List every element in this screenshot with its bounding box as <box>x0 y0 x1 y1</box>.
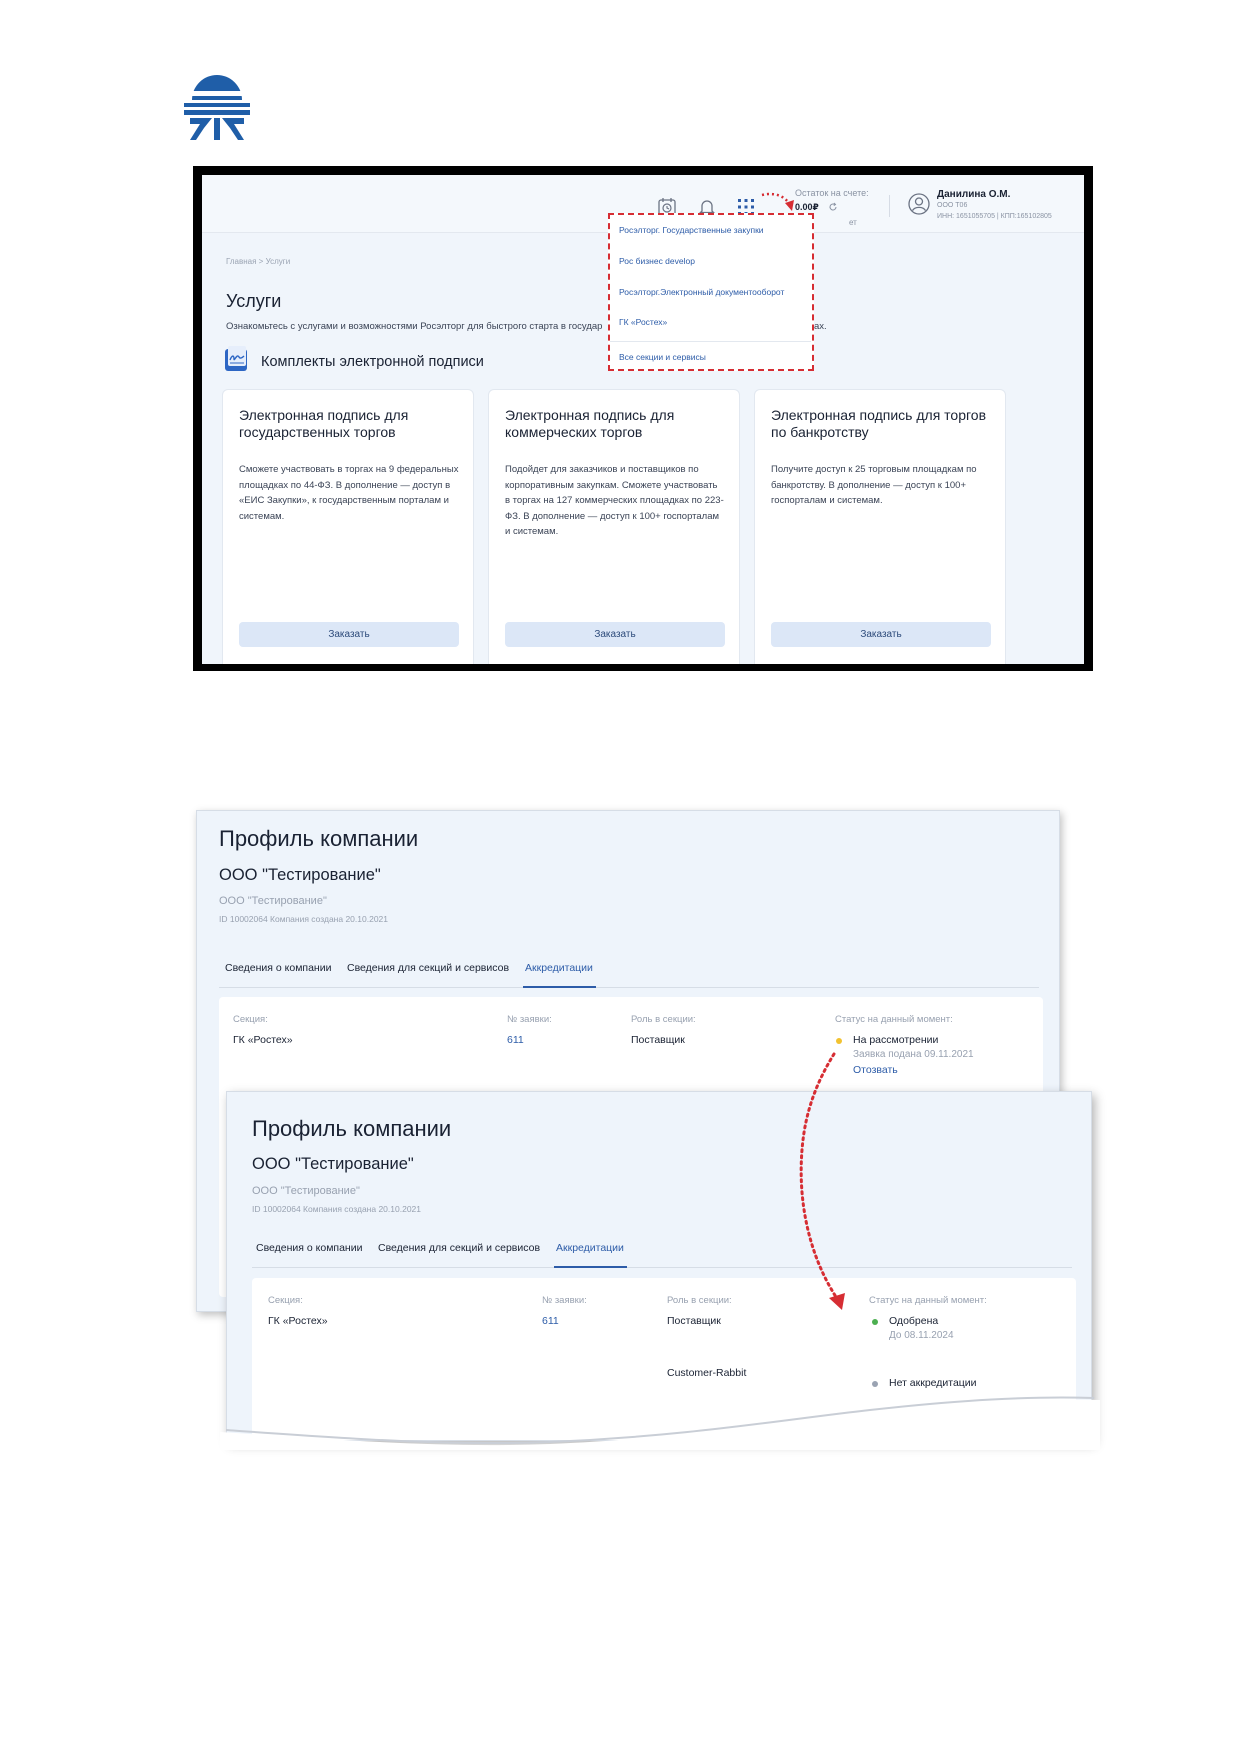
company-meta: ID 10002064 Компания создана 20.10.2021 <box>252 1204 421 1214</box>
column-header: Статус на данный момент: <box>835 1014 953 1025</box>
user-avatar-icon[interactable] <box>908 193 930 215</box>
card-title: Электронная подпись для коммерческих тор… <box>505 407 675 440</box>
company-meta: ID 10002064 Компания создана 20.10.2021 <box>219 914 388 924</box>
dropdown-item[interactable]: Рос бизнес develop <box>619 256 695 266</box>
service-card: Электронная подпись для торгов по банкро… <box>754 389 1006 664</box>
status-note: До 08.11.2024 <box>889 1330 954 1341</box>
breadcrumb[interactable]: Главная > Услуги <box>226 257 290 266</box>
company-logo <box>184 74 250 140</box>
status-dot <box>836 1038 842 1044</box>
dropdown-item[interactable]: Росэлторг. Государственные закупки <box>619 225 764 235</box>
tabs-divider <box>252 1267 1072 1268</box>
company-subtitle: ООО "Тестирование" <box>219 895 327 907</box>
card-description: Сможете участвовать в торгах на 9 федера… <box>239 464 459 522</box>
services-page: Остаток на счете: 0.00₽ ет Данилина О.М.… <box>202 175 1084 664</box>
tab-section-info[interactable]: Сведения для секций и сервисов <box>378 1242 540 1254</box>
refresh-icon[interactable] <box>828 202 838 212</box>
services-dropdown-menu: Росэлторг. Государственные закупки Рос б… <box>608 213 814 371</box>
card-description: Получите доступ к 25 торговым площадкам … <box>771 464 977 506</box>
section-title: Комплекты электронной подписи <box>261 354 484 370</box>
balance-caption-fragment: ет <box>849 218 857 227</box>
dropdown-divider <box>610 341 811 342</box>
application-number-link[interactable]: 611 <box>507 1034 524 1046</box>
column-header: Статус на данный момент: <box>869 1295 987 1306</box>
column-header: Секция: <box>268 1295 303 1306</box>
role-cell: Поставщик <box>667 1315 721 1327</box>
section-cell: ГК «Ростех» <box>233 1034 293 1046</box>
status-cell: На рассмотрении <box>853 1034 939 1046</box>
company-subtitle: ООО "Тестирование" <box>252 1185 360 1197</box>
torn-edge <box>220 1396 1100 1450</box>
card-title: Электронная подпись для торгов по банкро… <box>771 407 987 440</box>
all-services-link[interactable]: Все секции и сервисы <box>619 352 706 362</box>
tab-accreditations[interactable]: Аккредитации <box>525 962 593 974</box>
column-header: Секция: <box>233 1014 268 1025</box>
profile-title: Профиль компании <box>252 1116 452 1141</box>
service-card: Электронная подпись для государственных … <box>222 389 474 664</box>
service-card: Электронная подпись для коммерческих тор… <box>488 389 740 664</box>
tab-company-info[interactable]: Сведения о компании <box>225 962 331 974</box>
user-organization: ООО Т06 <box>937 202 968 209</box>
section-cell: ГК «Ростех» <box>268 1315 328 1327</box>
dropdown-item[interactable]: Росэлторг.Электронный документооборот <box>619 287 784 297</box>
signature-icon <box>225 346 247 371</box>
status-note: Заявка подана 09.11.2021 <box>853 1049 974 1060</box>
tab-section-info[interactable]: Сведения для секций и сервисов <box>347 962 509 974</box>
card-description: Подойдет для заказчиков и поставщиков по… <box>505 464 724 537</box>
page-intro-tail: ах. <box>814 321 827 332</box>
status-cell: Одобрена <box>889 1315 939 1327</box>
order-button[interactable]: Заказать <box>771 622 991 647</box>
user-name[interactable]: Данилина О.М. <box>937 189 1010 200</box>
balance-value: 0.00₽ <box>795 202 819 212</box>
header-divider <box>889 195 890 217</box>
tab-accreditations[interactable]: Аккредитации <box>556 1242 624 1254</box>
column-header: Роль в секции: <box>631 1014 696 1025</box>
application-number-link[interactable]: 611 <box>542 1315 559 1327</box>
dropdown-item[interactable]: ГК «Ростех» <box>619 317 667 327</box>
tab-company-info[interactable]: Сведения о компании <box>256 1242 362 1254</box>
column-header: № заявки: <box>542 1295 587 1306</box>
role-cell: Поставщик <box>631 1034 685 1046</box>
card-title: Электронная подпись для государственных … <box>239 407 409 440</box>
order-button[interactable]: Заказать <box>505 622 725 647</box>
services-screenshot: Остаток на счете: 0.00₽ ет Данилина О.М.… <box>193 166 1093 671</box>
column-header: Роль в секции: <box>667 1295 732 1306</box>
company-name: ООО "Тестирование" <box>252 1155 414 1173</box>
active-tab-indicator <box>523 986 596 988</box>
page-intro: Ознакомьтесь с услугами и возможностями … <box>226 321 603 332</box>
balance-label: Остаток на счете: <box>795 188 869 198</box>
column-header: № заявки: <box>507 1014 552 1025</box>
order-button[interactable]: Заказать <box>239 622 459 647</box>
profile-title: Профиль компании <box>219 826 419 851</box>
active-tab-indicator <box>554 1266 627 1268</box>
company-name: ООО "Тестирование" <box>219 866 381 884</box>
user-inn-kpp: ИНН: 1651055705 | КПП:165102805 <box>937 213 1052 220</box>
page-title: Услуги <box>226 291 282 311</box>
status-dot <box>872 1319 878 1325</box>
tabs-divider <box>219 987 1039 988</box>
withdraw-link[interactable]: Отозвать <box>853 1064 898 1076</box>
